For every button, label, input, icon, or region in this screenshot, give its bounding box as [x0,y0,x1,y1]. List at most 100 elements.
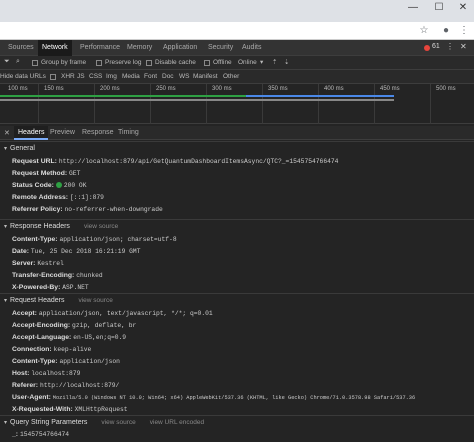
disable-cache-checkbox[interactable] [146,60,152,66]
preserve-log-checkbox[interactable] [96,60,102,66]
tick-line [374,84,375,124]
error-count[interactable]: 61 [432,43,440,50]
view-url-encoded-link[interactable]: view URL encoded [150,419,204,426]
response-headers-section-header[interactable]: ▾ Response Headers view source [0,219,474,233]
query-param-row: _: 1545754766474 [12,431,70,438]
tab-security[interactable]: Security [204,40,237,56]
tick-label: 250 ms [156,86,176,92]
star-icon[interactable]: ☆ [418,25,430,37]
timeline-bar-green [0,95,246,97]
account-icon[interactable]: ● [440,25,452,37]
tick-line [94,84,95,124]
general-row: Request Method: GET [12,170,81,177]
close-window-button[interactable]: ✕ [448,0,474,16]
filter-font[interactable]: Font [144,70,157,84]
section-title: Response Headers [10,223,70,230]
tick-line [150,84,151,124]
tab-application[interactable]: Application [159,40,201,56]
group-by-frame-label: Group by frame [41,59,87,66]
offline-label: Offline [213,59,232,66]
detail-tabbar: ✕ Headers Preview Response Timing [0,126,474,140]
search-icon[interactable]: ⌕ [16,58,20,66]
hide-data-urls-label[interactable]: Hide data URLs [0,70,46,84]
tab-preview[interactable]: Preview [50,126,75,140]
tab-memory[interactable]: Memory [123,40,156,56]
filter-css[interactable]: CSS [89,70,102,84]
tick-label: 300 ms [212,86,232,92]
timeline-bar-blue [246,95,394,97]
tick-label: 450 ms [380,86,400,92]
tick-label: 200 ms [100,86,120,92]
tick-label: 500 ms [436,86,456,92]
request-header-row: Content-Type: application/json [12,358,120,365]
request-header-row: User-Agent: Mozilla/5.0 (Windows NT 10.0… [12,394,416,401]
view-source-link[interactable]: view source [84,223,118,230]
response-header-row: Server: Kestrel [12,260,64,267]
filter-js[interactable]: JS [77,70,85,84]
tab-response[interactable]: Response [82,126,114,140]
general-section-header[interactable]: ▾ General [0,141,474,155]
tick-label: 100 ms [8,86,28,92]
throttle-select[interactable]: Online [238,56,257,70]
kebab-icon[interactable]: ⋮ [446,42,454,51]
offline-checkbox[interactable] [204,60,210,66]
disable-cache-label: Disable cache [155,59,196,66]
query-params-section-header[interactable]: ▾ Query String Parameters view source view … [0,415,474,429]
filter-icon[interactable]: ⏷ [4,58,10,66]
tick-label: 350 ms [268,86,288,92]
all-filter-checkbox[interactable] [50,74,56,80]
filter-doc[interactable]: Doc [162,70,174,84]
tab-performance[interactable]: Performance [76,40,124,56]
filter-xhr[interactable]: XHR [61,70,75,84]
timeline-bar-gray [0,99,394,101]
filter-manifest[interactable]: Manifest [193,70,218,84]
close-icon[interactable]: ✕ [460,42,467,51]
tick-line [38,84,39,124]
browser-titlebar: — ☐ ✕ ☆ ● ⋮ [0,0,474,40]
response-header-row: Content-Type: application/json; charset=… [12,236,177,243]
section-title: Request Headers [10,297,65,304]
request-header-row: Accept: application/json, text/javascrip… [12,310,213,317]
tick-line [206,84,207,124]
tab-timing[interactable]: Timing [118,126,139,140]
tab-sources[interactable]: Sources [4,40,38,56]
tab-headers[interactable]: Headers [14,126,49,140]
response-header-row: Date: Tue, 25 Dec 2018 16:21:19 GMT [12,248,141,255]
request-header-row: Accept-Language: en-US,en;q=0.9 [12,334,127,341]
general-row: Remote Address: [::1]:879 [12,194,104,201]
timeline-overview[interactable]: 100 ms 150 ms 200 ms 250 ms 300 ms 350 m… [0,84,474,124]
chevron-down-icon[interactable]: ▾ [260,56,263,70]
section-title: Query String Parameters [10,419,88,426]
general-row: Request URL: http://localhost:879/api/Ge… [12,158,339,165]
download-icon[interactable]: ⇣ [284,56,289,70]
tab-audits[interactable]: Audits [238,40,265,56]
request-header-row: Referer: http://localhost:879/ [12,382,120,389]
request-header-row: Host: localhost:879 [12,370,81,377]
tick-line [318,84,319,124]
tick-line [430,84,431,124]
general-row: Status Code: 200 OK [12,182,87,189]
section-title: General [10,145,35,152]
close-icon[interactable]: ✕ [4,129,10,137]
request-header-row: Connection: keep-alive [12,346,92,353]
view-source-link[interactable]: view source [101,419,135,426]
filter-img[interactable]: Img [106,70,117,84]
filter-ws[interactable]: WS [179,70,189,84]
group-by-frame-checkbox[interactable] [32,60,38,66]
filter-media[interactable]: Media [122,70,140,84]
upload-icon[interactable]: ⇡ [272,56,277,70]
request-headers-section-header[interactable]: ▾ Request Headers view source [0,293,474,307]
filter-other[interactable]: Other [223,70,239,84]
request-header-row: Accept-Encoding: gzip, deflate, br [12,322,137,329]
view-source-link[interactable]: view source [78,297,112,304]
menu-icon[interactable]: ⋮ [458,25,470,37]
preserve-log-label: Preserve log [105,59,142,66]
tab-network[interactable]: Network [38,40,72,56]
error-icon [424,45,430,51]
tick-label: 400 ms [324,86,344,92]
general-row: Referrer Policy: no-referrer-when-downgr… [12,206,163,213]
devtools-tabbar: Sources Network Performance Memory Appli… [0,40,474,56]
headers-panel: ▾ General Request URL: http://localhost:8… [0,141,474,442]
tick-line [262,84,263,124]
network-toolbar: ⏷ ⌕ Group by frame Preserve log Disable … [0,56,474,70]
